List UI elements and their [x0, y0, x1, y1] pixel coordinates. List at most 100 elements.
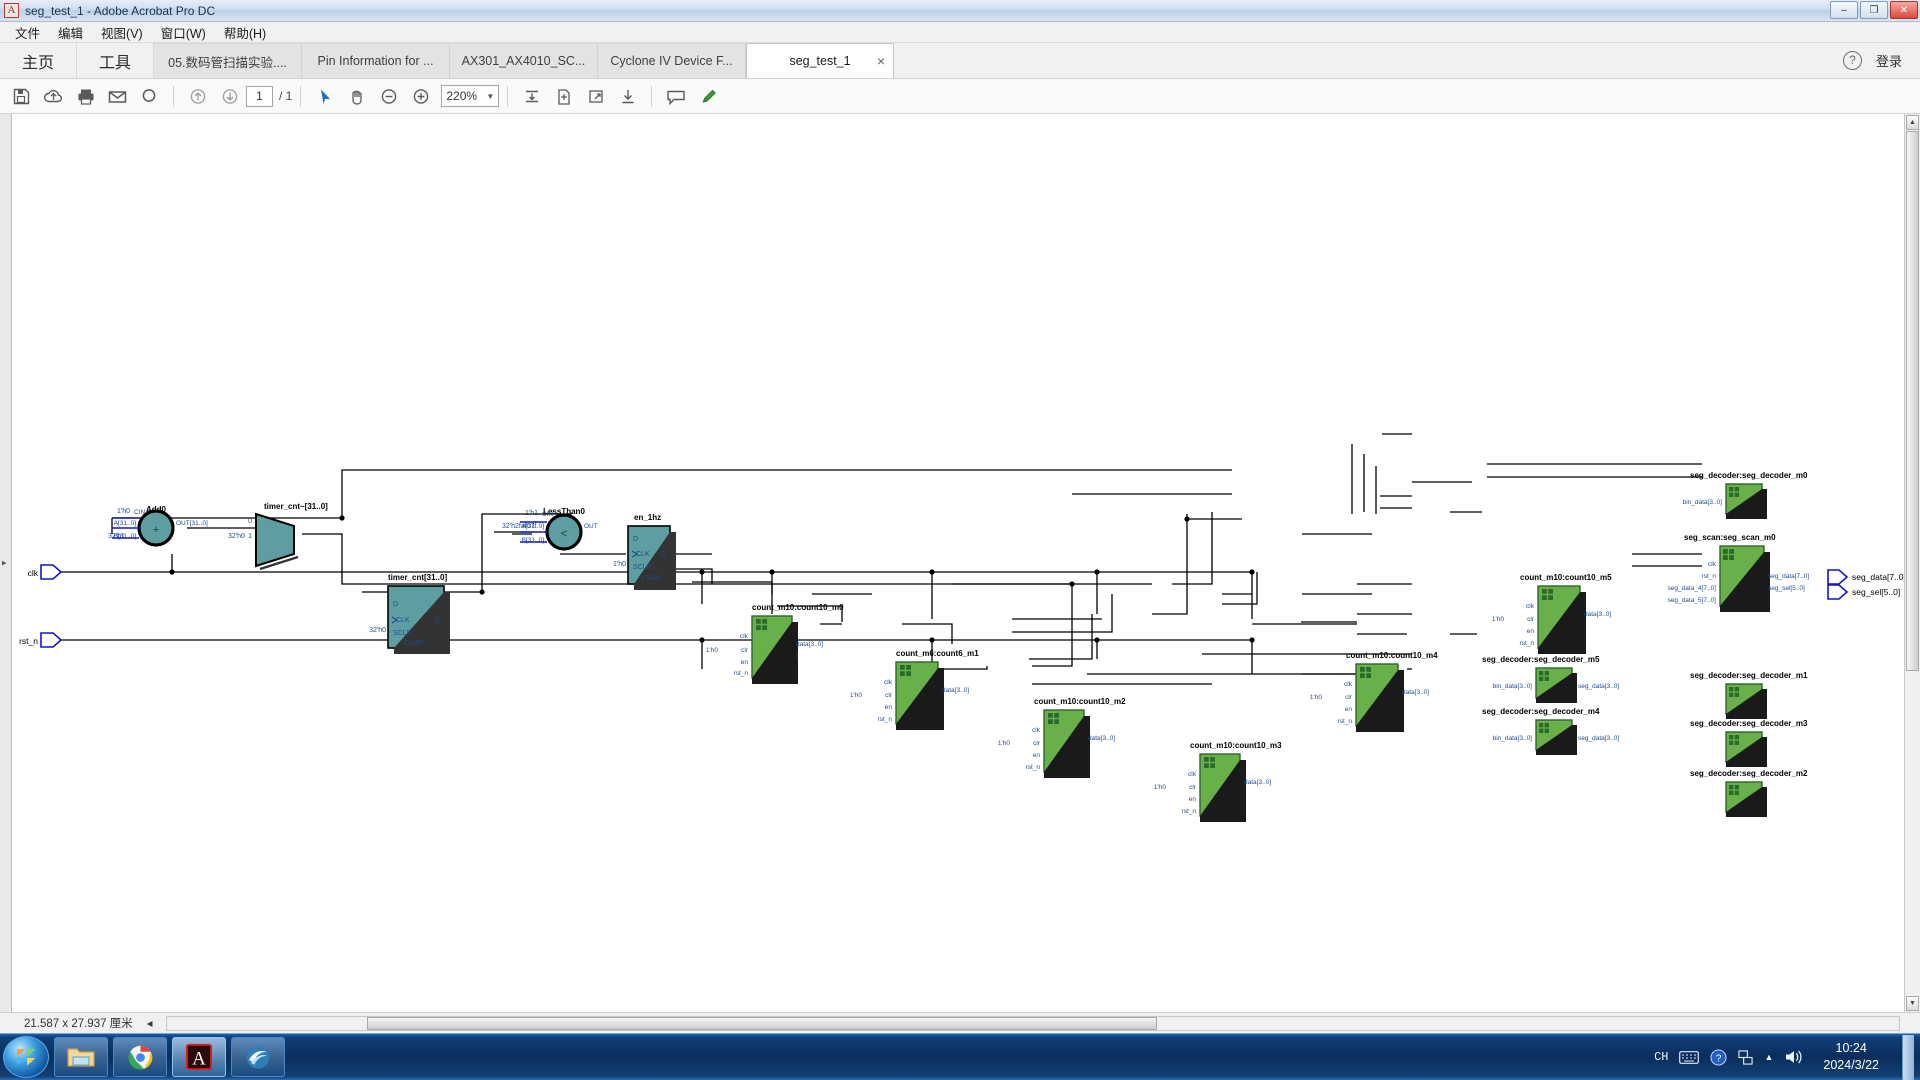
- navigation-pane-rail[interactable]: ▸: [0, 114, 12, 1012]
- input-pin-rst-n[interactable]: rst_n: [19, 632, 63, 648]
- start-button[interactable]: [3, 1036, 49, 1078]
- vertical-scrollbar[interactable]: ▲ ▼: [1904, 114, 1920, 1012]
- print-icon[interactable]: [70, 82, 101, 110]
- count6-m1-data: data[3..0]: [942, 687, 969, 694]
- mux-in0-label: 0: [248, 518, 252, 525]
- menu-edit[interactable]: 编辑: [49, 21, 92, 44]
- comment-icon[interactable]: [660, 82, 691, 110]
- page-number-input[interactable]: 1: [246, 85, 273, 107]
- count6-m1-clr: clr: [885, 692, 893, 699]
- zoom-in-icon[interactable]: [405, 82, 436, 110]
- taskbar-explorer[interactable]: [54, 1037, 108, 1077]
- help-tray-icon[interactable]: ?: [1710, 1048, 1727, 1066]
- taskbar-chrome[interactable]: [113, 1037, 167, 1077]
- module-seg-decoder-m3[interactable]: seg_decoder:seg_decoder_m3: [1690, 719, 1808, 767]
- output-pin-seg-data[interactable]: seg_data[7..0]: [1827, 569, 1904, 585]
- register-en-1hz[interactable]: en_1hz D CLK SCLR CLRN Q 1'h0: [613, 513, 676, 590]
- highlight-icon[interactable]: [692, 82, 723, 110]
- module-count10-m5[interactable]: count_m10:count10_m5 clk clr 1'h0 en rst…: [1492, 573, 1612, 654]
- menu-help[interactable]: 帮助(H): [215, 21, 275, 44]
- pdf-page-canvas[interactable]: clk rst_n + Add0 1'h0 CIN A[31..0] 32'h1…: [12, 114, 1904, 1012]
- next-page-icon[interactable]: [214, 82, 245, 110]
- scroll-left-arrow[interactable]: ◂: [147, 1016, 153, 1030]
- volume-icon[interactable]: [1784, 1049, 1804, 1065]
- input-pin-clk[interactable]: clk: [28, 564, 63, 580]
- module-count10-m2-label: count_m10:count10_m2: [1034, 697, 1126, 706]
- ime-indicator[interactable]: CH: [1654, 1050, 1668, 1064]
- vertical-scroll-thumb[interactable]: [1906, 131, 1919, 671]
- search-icon[interactable]: [134, 82, 165, 110]
- doc-tab-1[interactable]: Pin Information for ...: [302, 43, 451, 78]
- horizontal-scrollbar[interactable]: [166, 1015, 1900, 1031]
- mux-in1-label: 1: [248, 533, 252, 540]
- doc-tab-0[interactable]: 05.数码管扫描实验....: [154, 43, 303, 78]
- module-count10-m2[interactable]: count_m10:count10_m2 clk clr 1'h0 en rst…: [998, 697, 1126, 778]
- menu-view[interactable]: 视图(V): [92, 21, 152, 44]
- menu-file[interactable]: 文件: [6, 21, 49, 44]
- module-count10-m3-label: count_m10:count10_m3: [1190, 741, 1282, 750]
- input-pin-clk-label: clk: [28, 568, 39, 578]
- count10-m0-clr: clr: [741, 647, 749, 654]
- minimize-button[interactable]: –: [1830, 1, 1858, 19]
- upload-cloud-icon[interactable]: [38, 82, 69, 110]
- module-seg-decoder-m1[interactable]: seg_decoder:seg_decoder_m1: [1690, 671, 1808, 719]
- fit-width-icon[interactable]: [516, 82, 547, 110]
- taskbar-acrobat[interactable]: A: [172, 1037, 226, 1077]
- close-button[interactable]: ✕: [1890, 1, 1918, 19]
- scroll-down-arrow[interactable]: ▼: [1906, 996, 1919, 1011]
- windows-logo-icon: [17, 1049, 35, 1066]
- module-count6-m1[interactable]: count_m6:count6_m1 clk clr 1'h0 en rst_n…: [850, 649, 979, 730]
- page-fit-icon[interactable]: [548, 82, 579, 110]
- taskbar-quartus[interactable]: [231, 1037, 285, 1077]
- scroll-up-arrow[interactable]: ▲: [1906, 115, 1919, 130]
- email-icon[interactable]: [102, 82, 133, 110]
- fullscreen-icon[interactable]: [580, 82, 611, 110]
- module-count10-m3[interactable]: count_m10:count10_m3 clk clr 1'h0 en rst…: [1154, 741, 1282, 822]
- seg-decoder-m4-out: seg_data[3..0]: [1578, 735, 1619, 742]
- module-seg-decoder-m5[interactable]: seg_decoder:seg_decoder_m5 bin_data[3..0…: [1482, 655, 1619, 703]
- tab-tools[interactable]: 工具: [77, 43, 155, 78]
- help-icon[interactable]: ?: [1842, 51, 1862, 70]
- page-total-label: / 1: [279, 89, 293, 103]
- primitive-add0[interactable]: + Add0 1'h0 CIN A[31..0] 32'h1 B[31..0] …: [108, 505, 208, 547]
- close-icon[interactable]: ×: [877, 53, 885, 69]
- menu-window[interactable]: 窗口(W): [152, 21, 215, 44]
- register-timer-cnt[interactable]: timer_cnt[31..0] D CLK SCLR CLRN Q 32'h0: [369, 573, 450, 654]
- output-pin-seg-sel[interactable]: seg_sel[5..0]: [1827, 584, 1900, 600]
- show-hidden-icons[interactable]: ▲: [1764, 1052, 1773, 1062]
- count10-m5-en: en: [1527, 628, 1535, 635]
- mux-timer-cnt[interactable]: timer_cnt~[31..0] 0 32'h0 1: [228, 502, 328, 571]
- download-icon[interactable]: [612, 82, 643, 110]
- module-count10-m0[interactable]: count_m10:count10_m0 clk clr 1'h0 en rst…: [706, 603, 844, 684]
- module-seg-scan-m0[interactable]: seg_scan:seg_scan_m0 clk rst_n seg_data_…: [1668, 533, 1810, 612]
- doc-tab-4[interactable]: seg_test_1 ×: [746, 43, 895, 78]
- zoom-out-icon[interactable]: [373, 82, 404, 110]
- save-icon[interactable]: [6, 82, 37, 110]
- tab-home[interactable]: 主页: [0, 43, 78, 78]
- count10-m4-en: en: [1345, 706, 1353, 713]
- module-seg-decoder-m4[interactable]: seg_decoder:seg_decoder_m4 bin_data[3..0…: [1482, 707, 1619, 755]
- clock[interactable]: 10:24 2024/3/22: [1815, 1040, 1887, 1074]
- module-count10-m5-label: count_m10:count10_m5: [1520, 573, 1612, 582]
- module-seg-decoder-m2[interactable]: seg_decoder:seg_decoder_m2: [1690, 769, 1808, 817]
- sign-in-button[interactable]: 登录: [1876, 51, 1902, 70]
- show-desktop-button[interactable]: [1902, 1034, 1914, 1080]
- zoom-level-select[interactable]: 220% ▼: [441, 85, 500, 107]
- primitive-lessthan0[interactable]: < LessThan0 1'h1 CIN 32'h2faf07f A[31..0…: [502, 507, 598, 551]
- doc-tab-3-label: Cyclone IV Device F...: [610, 54, 733, 68]
- doc-tab-2[interactable]: AX301_AX4010_SC...: [450, 43, 599, 78]
- expand-pane-icon[interactable]: ▸: [2, 558, 7, 569]
- maximize-button[interactable]: ❐: [1860, 1, 1888, 19]
- select-tool-icon[interactable]: [309, 82, 340, 110]
- module-count10-m4[interactable]: count_m10:count10_m4 clk clr 1'h0 en rst…: [1310, 651, 1438, 732]
- count10-m2-clk: clk: [1032, 727, 1041, 734]
- horizontal-scroll-thumb[interactable]: [367, 1016, 1158, 1030]
- hand-tool-icon[interactable]: [341, 82, 372, 110]
- network-icon[interactable]: [1738, 1049, 1754, 1065]
- count10-m3-clk: clk: [1188, 771, 1197, 778]
- doc-tab-3[interactable]: Cyclone IV Device F...: [598, 43, 747, 78]
- keyboard-icon[interactable]: [1679, 1050, 1700, 1064]
- count10-m0-data: data[3..0]: [796, 641, 823, 648]
- module-seg-decoder-m0[interactable]: seg_decoder:seg_decoder_m0 bin_data[3..0…: [1683, 471, 1808, 519]
- previous-page-icon[interactable]: [182, 82, 213, 110]
